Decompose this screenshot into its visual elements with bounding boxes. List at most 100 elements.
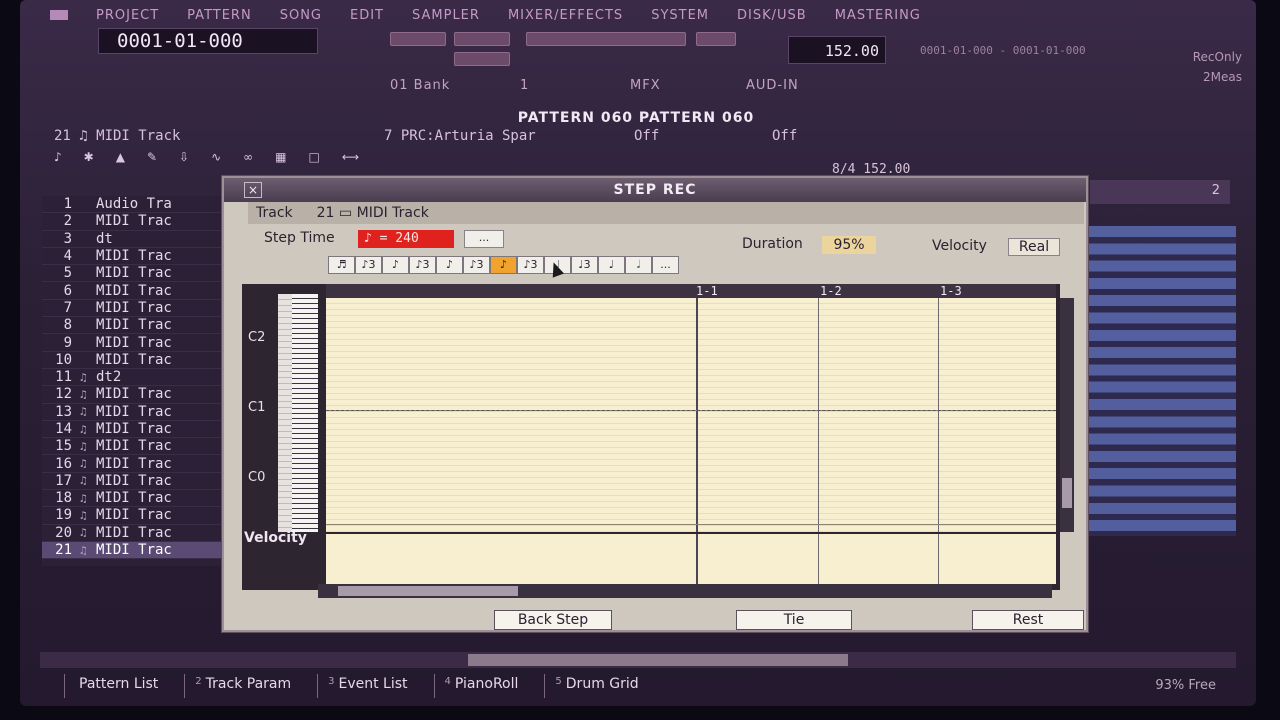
scrollbar-thumb[interactable] (468, 654, 848, 666)
link-icon[interactable]: ∞ (243, 150, 253, 168)
scrollbar-thumb[interactable] (338, 586, 518, 596)
track-row[interactable]: 21 ♫ MIDI Trac (42, 541, 232, 560)
editor-horizontal-scrollbar[interactable] (318, 584, 1052, 598)
note-icon[interactable]: ♪ (54, 150, 62, 168)
quantize-icon[interactable]: ✱ (84, 150, 94, 168)
rest-button[interactable]: Rest (972, 610, 1084, 630)
tab-pattern-list[interactable]: Pattern List (64, 674, 168, 698)
note-grid[interactable] (326, 298, 1056, 532)
track-row[interactable]: 5 MIDI Trac (42, 265, 232, 283)
velocity-lane[interactable] (326, 534, 1056, 584)
note-length-button[interactable]: ♪ (382, 256, 409, 274)
tool-icons: ♪ ✱ ▲ ✎ ⇩ ∿ ∞ ▦ □ ⟷ (54, 150, 474, 168)
track-row[interactable]: 9 MIDI Trac (42, 334, 232, 352)
note-length-button[interactable]: ♪3 (463, 256, 490, 274)
rewind-button[interactable] (390, 32, 446, 46)
track-row[interactable]: 8 MIDI Trac (42, 317, 232, 335)
track-row[interactable]: 16 ♫ MIDI Trac (42, 455, 232, 473)
wave-icon[interactable]: ∿ (211, 150, 221, 168)
step-time-more-button[interactable]: ... (464, 230, 504, 248)
back-step-button[interactable]: Back Step (494, 610, 612, 630)
track-row[interactable]: 14 ♫ MIDI Trac (42, 421, 232, 439)
forward-button[interactable] (454, 32, 510, 46)
program-name[interactable]: 7 PRC:Arturia Spar (384, 128, 536, 144)
note-length-button[interactable]: ♪3 (517, 256, 544, 274)
menu-sampler[interactable]: SAMPLER (412, 8, 480, 23)
option-off-2[interactable]: Off (772, 128, 797, 144)
note-length-button[interactable]: ♩ (598, 256, 625, 274)
track-row[interactable]: 18 ♫ MIDI Trac (42, 490, 232, 508)
step-time-value[interactable]: ♪ = 240 (358, 230, 454, 248)
track-row[interactable]: 1 Audio Tra (42, 196, 232, 214)
rec-mode[interactable]: RecOnly (1154, 50, 1242, 66)
position-display[interactable]: 0001-01-000 (98, 28, 318, 54)
menu-mixer-effects[interactable]: MIXER/EFFECTS (508, 8, 623, 23)
track-row[interactable]: 10 MIDI Trac (42, 352, 232, 369)
track-row[interactable]: 12 ♫ MIDI Trac (42, 386, 232, 404)
locate-button[interactable] (454, 52, 510, 66)
note-length-button[interactable]: ♪3 (409, 256, 436, 274)
note-length-button[interactable]: ... (652, 256, 679, 274)
horizontal-scrollbar[interactable] (40, 652, 1236, 668)
beat-line (696, 534, 698, 584)
audio-in-button[interactable]: AUD-IN (746, 78, 799, 93)
tab-drum-grid[interactable]: 5 Drum Grid (544, 674, 648, 698)
track-row[interactable]: 11 ♫ dt2 (42, 369, 232, 387)
track-row[interactable]: 6 MIDI Trac (42, 282, 232, 300)
note-length-button[interactable]: ♪ (436, 256, 463, 274)
arrow-up-icon[interactable]: ▲ (116, 150, 125, 168)
note-length-button[interactable]: ♪ (490, 256, 517, 274)
menu-pattern[interactable]: PATTERN (187, 8, 252, 23)
pattern-grid[interactable] (1072, 226, 1236, 536)
octave-label-c1: C1 (248, 400, 266, 415)
tab-event-list[interactable]: 3 Event List (317, 674, 417, 698)
record-button[interactable] (696, 32, 736, 46)
tab-piano-roll[interactable]: 4 PianoRoll (433, 674, 529, 698)
note-length-button[interactable]: 𝅗𝅥 (625, 256, 652, 274)
track-name: MIDI Track (356, 205, 429, 221)
track-row[interactable]: 13 ♫ MIDI Trac (42, 404, 232, 421)
piano-keys[interactable] (278, 294, 318, 532)
option-off-1[interactable]: Off (634, 128, 659, 144)
note-length-button[interactable]: ♪3 (355, 256, 382, 274)
note-length-button[interactable]: ♬ (328, 256, 355, 274)
move-icon[interactable]: ⇩ (179, 150, 189, 168)
midi-note-icon: ♫ (80, 491, 87, 505)
menu-song[interactable]: SONG (280, 8, 322, 23)
note-length-button[interactable]: ♩3 (571, 256, 598, 274)
duration-value[interactable]: 95% (822, 236, 876, 254)
menu-bar: PROJECT PATTERN SONG EDIT SAMPLER MIXER/… (50, 4, 1230, 26)
track-row[interactable]: 2 MIDI Trac (42, 213, 232, 231)
grid-icon[interactable]: ▦ (275, 150, 286, 168)
pencil-icon[interactable]: ✎ (147, 150, 157, 168)
track-row[interactable]: 20 ♫ MIDI Trac (42, 525, 232, 542)
track-row[interactable]: 4 MIDI Trac (42, 248, 232, 266)
close-icon[interactable]: × (244, 182, 262, 198)
menu-system[interactable]: SYSTEM (651, 8, 709, 23)
split-icon[interactable]: ⟷ (342, 150, 359, 168)
track-number: 14 (55, 421, 72, 437)
track-row[interactable]: 15 ♫ MIDI Trac (42, 438, 232, 456)
vertical-scrollbar[interactable] (1060, 298, 1074, 532)
track-row[interactable]: 17 ♫ MIDI Trac (42, 473, 232, 491)
menu-edit[interactable]: EDIT (350, 8, 384, 23)
track-row[interactable]: 19 ♫ MIDI Trac (42, 507, 232, 525)
piano-keyboard[interactable]: C2 C1 C0 (242, 294, 318, 532)
track-row[interactable]: 3 dt (42, 231, 232, 248)
tab-track-param[interactable]: 2 Track Param (184, 674, 301, 698)
pattern-grid-header: 2 (1090, 180, 1230, 204)
menu-mastering[interactable]: MASTERING (835, 8, 921, 23)
transport-buttons[interactable] (526, 32, 686, 46)
velocity-value[interactable]: Real (1008, 238, 1060, 256)
scrollbar-thumb[interactable] (1062, 478, 1072, 508)
midi-note-icon: ♫ (80, 526, 87, 540)
track-row[interactable]: 7 MIDI Trac (42, 300, 232, 318)
tempo-display[interactable]: 152.00 (788, 36, 886, 64)
menu-project[interactable]: PROJECT (96, 8, 159, 23)
tie-button[interactable]: Tie (736, 610, 852, 630)
mfx-button[interactable]: MFX (630, 78, 661, 93)
box-icon[interactable]: □ (309, 150, 320, 168)
menu-disk-usb[interactable]: DISK/USB (737, 8, 807, 23)
bank-selector[interactable]: 01 Bank (390, 78, 450, 93)
pattern-grid-label: 2 (1211, 183, 1220, 198)
